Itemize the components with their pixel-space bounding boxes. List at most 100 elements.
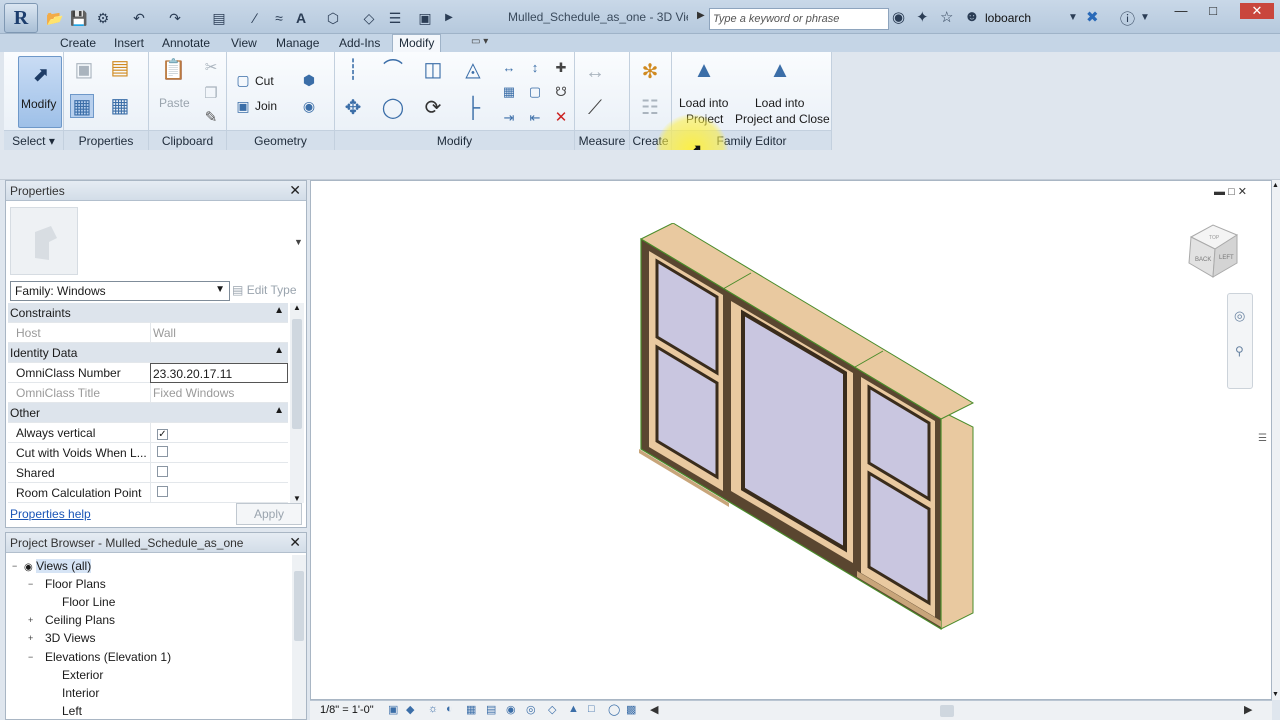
paste-icon[interactable]: 📋 (161, 58, 186, 82)
favorites-icon[interactable]: ☆ (940, 8, 953, 26)
omniclass-number-field[interactable]: 23.30.20.17.11 (150, 363, 288, 383)
load-and-close-label-1[interactable]: Load into (755, 96, 804, 110)
trim-extend-icon[interactable]: ├ (461, 96, 485, 120)
create-group-icon[interactable]: ☷ (638, 96, 662, 120)
exchange-icon[interactable]: ✖ (1086, 8, 1099, 26)
offset-icon[interactable]: ⌒ (381, 58, 405, 82)
search-input[interactable]: Type a keyword or phrase (709, 8, 889, 30)
split-gap-icon[interactable]: ↕ (523, 56, 547, 80)
show-crop-icon[interactable]: ▤ (486, 703, 496, 716)
view-scale[interactable]: 1/8" = 1'-0" (320, 704, 374, 716)
scroll-thumb[interactable] (292, 319, 302, 429)
text-icon[interactable]: A (292, 9, 310, 27)
trim-single-icon[interactable]: ⇤ (523, 106, 547, 130)
match-type-icon[interactable]: ✎ (199, 106, 223, 130)
save-icon[interactable]: 💾 (70, 9, 88, 27)
reveal-hidden-icon[interactable]: ◎ (526, 703, 536, 716)
3d-view-icon[interactable]: ⬡ (324, 9, 342, 27)
properties-help-link[interactable]: Properties help (10, 507, 91, 521)
load-and-close-icon[interactable]: ▲ (768, 58, 792, 82)
open-icon[interactable]: 📂 (46, 9, 64, 27)
drawing-area[interactable]: ▬ □ ✕ BACK LEFT TOP ◎ ⚲ ☰ (310, 180, 1272, 700)
user-icon[interactable]: ☻ (964, 8, 980, 25)
cut-geometry-icon[interactable]: ▢ (231, 68, 255, 92)
collapse-icon[interactable]: ▲ (274, 405, 284, 416)
tab-annotate[interactable]: Annotate (156, 35, 216, 52)
redo-icon[interactable]: ↷ (166, 9, 184, 27)
project-browser-scrollbar[interactable] (292, 555, 306, 719)
tree-node-exterior[interactable]: Exterior (62, 668, 103, 682)
minimize-button[interactable]: — (1170, 3, 1192, 19)
constraints-icon[interactable]: ▩ (626, 703, 636, 716)
scroll-up-icon[interactable]: ▲ (1272, 182, 1279, 189)
mirror-pick-axis-icon[interactable]: ◫ (421, 58, 445, 82)
tree-node-3d-views[interactable]: 3D Views (45, 631, 95, 645)
aligned-dimension-icon[interactable]: ⟋ (583, 96, 607, 120)
tree-node-elevations[interactable]: Elevations (Elevation 1) (45, 650, 171, 664)
lock-view-icon[interactable]: ◇ (548, 703, 556, 716)
copy-element-icon[interactable]: ◯ (381, 96, 405, 120)
cut-clipboard-icon[interactable]: ✂ (199, 56, 223, 80)
move-icon[interactable]: ✥ (341, 96, 365, 120)
family-type-selector[interactable]: Family: Windows ▼ (10, 281, 230, 301)
sun-path-icon[interactable]: ☼ (428, 703, 438, 715)
tab-insert[interactable]: Insert (108, 35, 150, 52)
canvas-scroll-icon[interactable]: ☰ (1258, 433, 1267, 444)
group-identity-data[interactable]: Identity Data ▲ (8, 343, 288, 363)
properties-palette-icon[interactable]: ▦ (70, 94, 94, 118)
ribbon-minimize-icon[interactable]: ▭ ▾ (465, 35, 494, 52)
scale-icon[interactable]: ▢ (523, 80, 547, 104)
scroll-down-icon[interactable]: ▼ (1272, 691, 1279, 698)
group-constraints[interactable]: Constraints ▲ (8, 303, 288, 323)
copy-icon[interactable]: ❐ (199, 82, 223, 106)
scroll-down-icon[interactable]: ▼ (293, 494, 301, 503)
tree-toggle-icon[interactable]: − (12, 561, 17, 571)
load-into-project-icon[interactable]: ▲ (692, 58, 716, 82)
dimension-icon[interactable]: ≈ (270, 9, 288, 27)
print-icon[interactable]: ▤ (210, 9, 228, 27)
properties-close-icon[interactable]: ✕ (289, 182, 301, 199)
vertical-scrollbar[interactable]: ▲ ▼ (1272, 180, 1280, 700)
view-window-controls[interactable]: ▬ □ ✕ (1214, 185, 1247, 198)
section-icon[interactable]: ◇ (360, 9, 378, 27)
scroll-thumb[interactable] (294, 571, 304, 641)
tab-modify[interactable]: Modify (392, 34, 442, 52)
join-label[interactable]: Join (255, 99, 277, 113)
tree-toggle-icon[interactable]: + (28, 633, 33, 643)
scroll-left-icon[interactable]: ◀ (650, 703, 658, 716)
visual-style-icon[interactable]: ◆ (406, 703, 414, 716)
thin-lines-icon[interactable]: ☰ (386, 9, 404, 27)
unpin-icon[interactable]: ☋ (549, 80, 573, 104)
cut-with-voids-checkbox[interactable] (157, 446, 168, 457)
type-selector-dropdown-icon[interactable]: ▼ (294, 237, 303, 247)
tree-toggle-icon[interactable]: − (28, 652, 33, 662)
array-icon[interactable]: ▦ (497, 80, 521, 104)
mirror-draw-axis-icon[interactable]: ◬ (461, 58, 485, 82)
trim-multiple-icon[interactable]: ⇥ (497, 106, 521, 130)
close-button[interactable]: ✕ (1240, 3, 1274, 19)
wall-joins-icon[interactable]: ⬢ (297, 68, 321, 92)
user-name[interactable]: loboarch (985, 11, 1031, 25)
delete-icon[interactable]: ✕ (549, 106, 573, 130)
create-similar-icon[interactable]: ✻ (638, 60, 662, 84)
measure-icon[interactable]: ∕ (246, 9, 264, 27)
shadows-icon[interactable]: ◐ (446, 703, 453, 715)
cut-label[interactable]: Cut (255, 74, 274, 88)
collapse-icon[interactable]: ▲ (274, 305, 284, 316)
zoom-icon[interactable]: ⚲ (1235, 344, 1244, 358)
search-expand-icon[interactable]: ▶ (697, 10, 705, 21)
properties-scrollbar[interactable]: ▲ ▼ (290, 303, 304, 503)
window-family-3d-model[interactable] (639, 223, 979, 633)
undo-icon[interactable]: ↶ (130, 9, 148, 27)
maximize-button[interactable]: □ (1202, 3, 1224, 19)
split-face-icon[interactable]: ◉ (297, 94, 321, 118)
tab-manage[interactable]: Manage (270, 35, 325, 52)
scroll-right-icon[interactable]: ▶ (1244, 703, 1252, 716)
analysis-icon[interactable]: ▲ (568, 703, 579, 715)
tab-create[interactable]: Create (54, 35, 102, 52)
crop-view-icon[interactable]: ▦ (466, 703, 476, 716)
align-icon[interactable]: ┊ (341, 58, 365, 82)
tree-node-ceiling-plans[interactable]: Ceiling Plans (45, 613, 115, 627)
tree-toggle-icon[interactable]: − (28, 579, 33, 589)
load-and-close-label-2[interactable]: Project and Close (735, 112, 830, 126)
